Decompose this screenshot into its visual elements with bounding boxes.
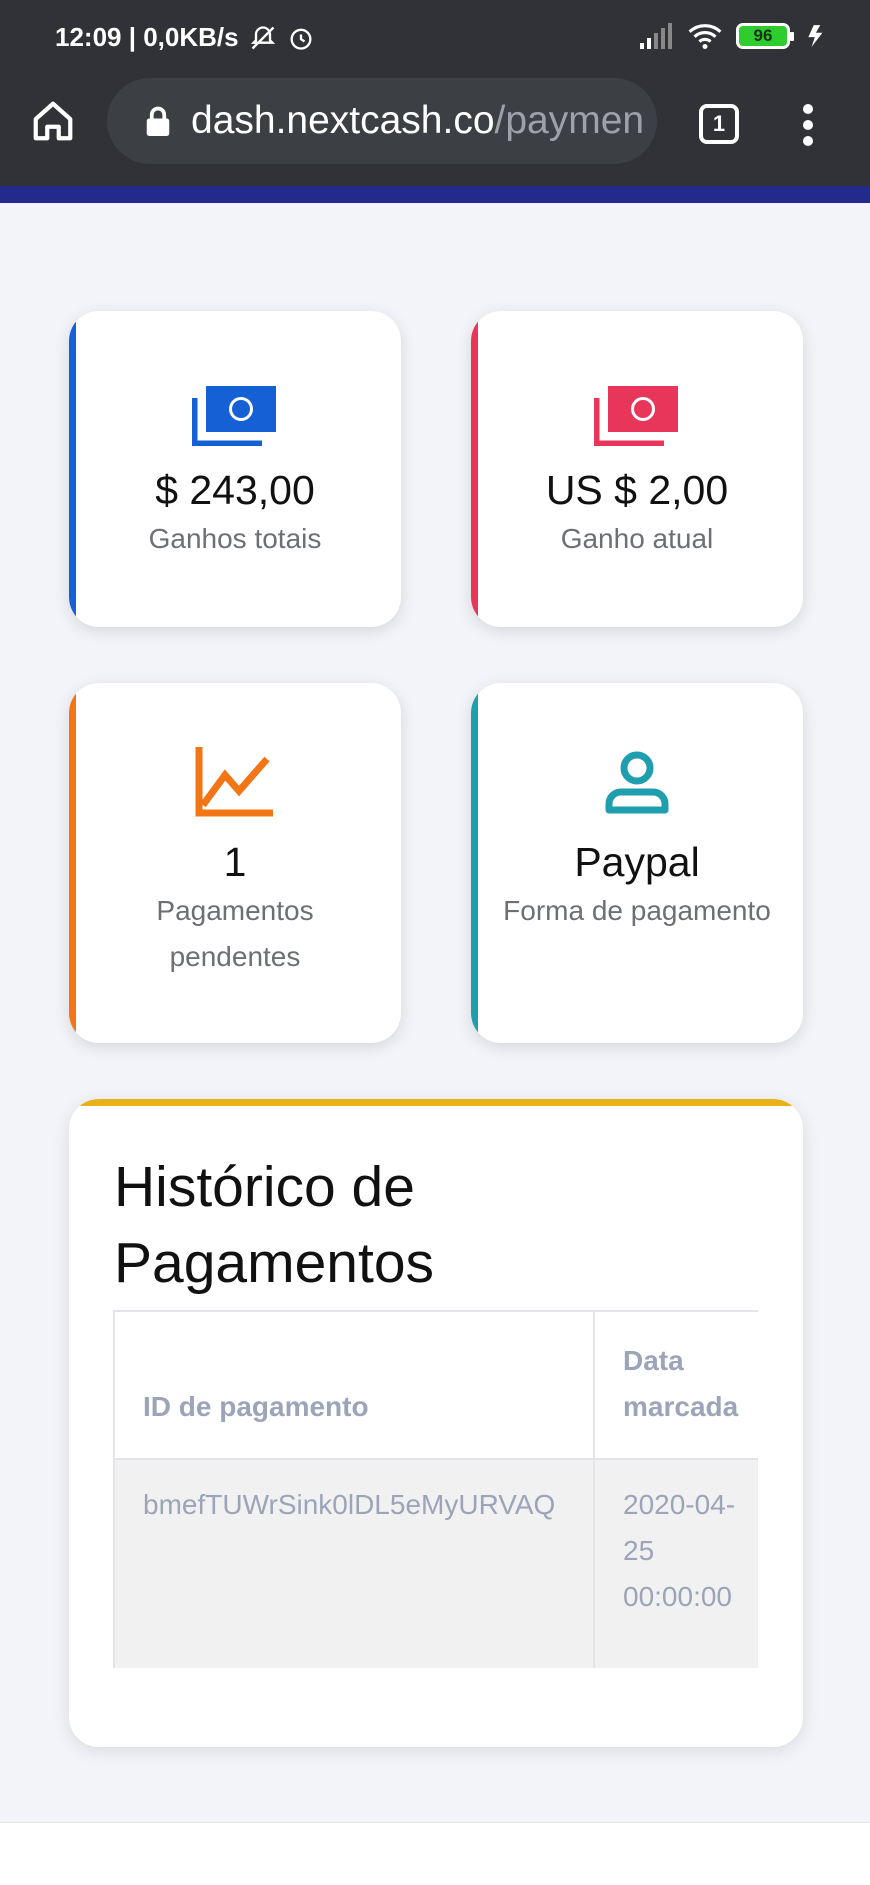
date-text: 2020-04-25 00:00:00	[623, 1489, 736, 1612]
stat-card-current-earnings: US $ 2,00 Ganho atual	[471, 311, 803, 627]
table-header-row: ID de pagamento Data marcada	[113, 1310, 758, 1460]
status-time: 12:09 | 0,0KB/s	[55, 22, 239, 52]
signal-icon	[640, 23, 672, 49]
cell-payment-id: bmefTUWrSink0lDL5eMyURVAQ	[113, 1458, 595, 1668]
home-icon[interactable]	[30, 98, 76, 144]
stat-label: Ganho atual	[560, 523, 714, 554]
status-bar: 12:09 | 0,0KB/s 96	[0, 0, 870, 76]
stat-value: $ 243,00	[155, 467, 315, 513]
payment-table: ID de pagamento Data marcada bmefTUWrSin…	[113, 1310, 758, 1668]
status-right: 96	[640, 22, 830, 50]
battery-level: 96	[753, 26, 773, 45]
stat-card-payment-method: Paypal Forma de pagamento	[471, 683, 803, 1043]
stat-card-total-earnings: $ 243,00 Ganhos totais	[69, 311, 401, 627]
stat-label: Pagamentos pendentes	[156, 895, 314, 972]
tab-switcher-button[interactable]: 1	[699, 104, 739, 144]
lock-icon	[146, 106, 170, 136]
url-path: /paymen	[494, 99, 645, 142]
url-host: dash.nextcash.co	[191, 99, 495, 142]
stat-label: Ganhos totais	[148, 523, 322, 554]
menu-dot	[803, 136, 813, 146]
overflow-menu-button[interactable]	[798, 104, 818, 146]
stat-value: 1	[223, 839, 247, 885]
page-header-strip	[0, 186, 870, 203]
menu-dot	[803, 120, 813, 130]
table-row: bmefTUWrSink0lDL5eMyURVAQ 2020-04-25 00:…	[113, 1458, 758, 1668]
user-icon	[471, 750, 803, 814]
cell-scheduled-date: 2020-04-25 00:00:00	[593, 1458, 758, 1668]
column-header-scheduled-date: Data marcada	[593, 1310, 758, 1460]
tab-count: 1	[712, 111, 726, 136]
status-left: 12:09 | 0,0KB/s	[55, 22, 315, 53]
stat-label: Forma de pagamento	[503, 895, 771, 926]
money-icon	[69, 384, 401, 446]
stat-card-pending-payments: 1 Pagamentos pendentes	[69, 683, 401, 1043]
payment-history-card: Histórico de Pagamentos ID de pagamento …	[69, 1099, 803, 1747]
payment-table-scroll[interactable]: ID de pagamento Data marcada bmefTUWrSin…	[113, 1310, 758, 1668]
alarm-icon	[290, 28, 312, 50]
column-header-payment-id: ID de pagamento	[113, 1310, 595, 1460]
card-accent-bar	[69, 1099, 803, 1106]
address-bar[interactable]: dash.nextcash.co /paymen	[107, 78, 657, 164]
bell-muted-icon	[250, 25, 275, 49]
battery-icon: 96	[736, 23, 794, 49]
menu-dot	[803, 104, 813, 114]
browser-toolbar: dash.nextcash.co /paymen 1	[0, 76, 870, 186]
stat-value: US $ 2,00	[545, 467, 729, 513]
wifi-icon	[688, 24, 722, 50]
section-title: Histórico de Pagamentos	[114, 1155, 435, 1295]
stat-value: Paypal	[574, 839, 700, 885]
page-footer	[0, 1822, 870, 1885]
money-icon	[471, 384, 803, 446]
chart-line-icon	[69, 745, 401, 817]
charging-icon	[808, 25, 823, 47]
